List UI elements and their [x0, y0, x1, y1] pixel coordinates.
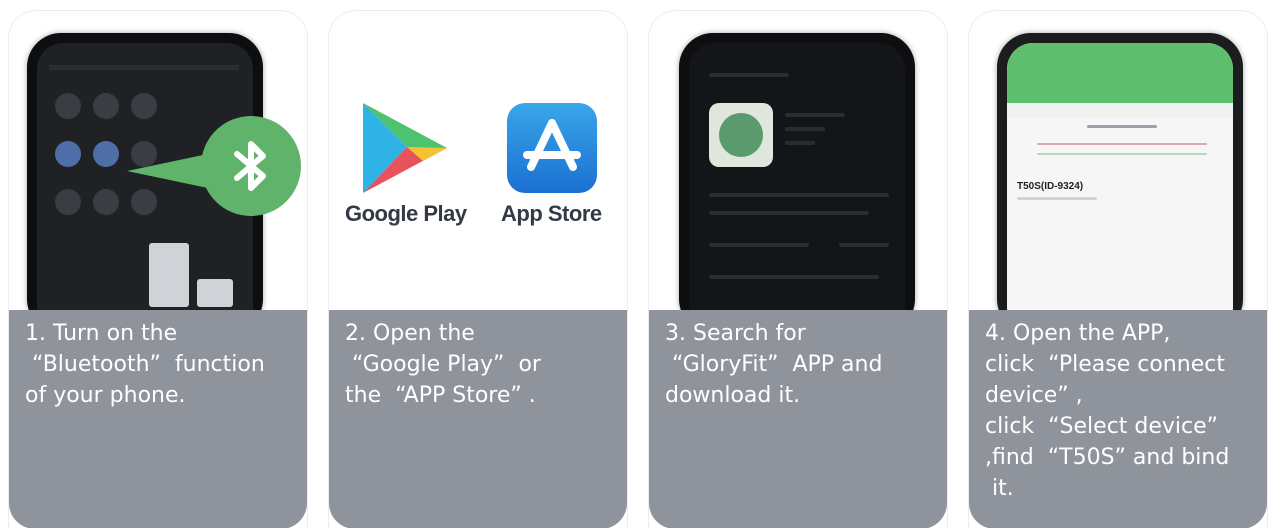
- step-card-1: 1. Turn on the “Bluetooth” function of y…: [8, 10, 308, 528]
- bluetooth-toggle: [55, 141, 81, 167]
- caption-line: the “APP Store” .: [345, 383, 536, 408]
- caption-line: 2. Open the: [345, 321, 475, 346]
- caption-line: 1. Turn on the: [25, 321, 178, 346]
- step-3-caption: 3. Search for “GloryFit” APP and downloa…: [649, 310, 947, 528]
- caption-line: click “Please connect: [985, 352, 1225, 377]
- step-4-image: T50S(ID-9324): [969, 11, 1267, 311]
- step-3-image: [649, 11, 947, 311]
- caption-line: of your phone.: [25, 383, 186, 408]
- step-1-caption: 1. Turn on the “Bluetooth” function of y…: [9, 310, 307, 528]
- caption-line: ,find “T50S” and bind: [985, 445, 1230, 470]
- caption-line: click “Select device”: [985, 414, 1219, 439]
- caption-line: “Bluetooth” function: [25, 352, 265, 377]
- caption-line: “GloryFit” APP and: [665, 352, 883, 377]
- step-card-2: Google Play App Store 2. Open the “Googl…: [328, 10, 628, 528]
- bluetooth-badge: [201, 116, 301, 216]
- gloryfit-app-icon: [709, 103, 773, 167]
- caption-line: 4. Open the APP,: [985, 321, 1171, 346]
- step-2-caption: 2. Open the “Google Play” or the “APP St…: [329, 310, 627, 528]
- phone-mockup: [679, 33, 915, 311]
- phone-mockup: T50S(ID-9324): [997, 33, 1243, 311]
- caption-line: download it.: [665, 383, 801, 408]
- app-header-bar: [1007, 43, 1233, 103]
- step-card-3: 3. Search for “GloryFit” APP and downloa…: [648, 10, 948, 528]
- step-1-image: [9, 11, 307, 311]
- bluetooth-icon: [234, 141, 266, 191]
- google-play-label: Google Play: [345, 201, 467, 226]
- caption-line: it.: [985, 476, 1014, 501]
- caption-line: 3. Search for: [665, 321, 806, 346]
- caption-line: “Google Play” or: [345, 352, 541, 377]
- google-play-icon: [363, 103, 447, 193]
- step-card-4: T50S(ID-9324) 4. Open the APP, click “Pl…: [968, 10, 1268, 528]
- caption-line: device” ,: [985, 383, 1083, 408]
- step-2-image: Google Play App Store: [329, 11, 627, 311]
- device-list-item: T50S(ID-9324): [1017, 181, 1084, 192]
- app-store-icon: [507, 103, 597, 193]
- status-bar: [49, 65, 239, 70]
- app-store-label: App Store: [501, 201, 602, 226]
- step-4-caption: 4. Open the APP, click “Please connect d…: [969, 310, 1267, 528]
